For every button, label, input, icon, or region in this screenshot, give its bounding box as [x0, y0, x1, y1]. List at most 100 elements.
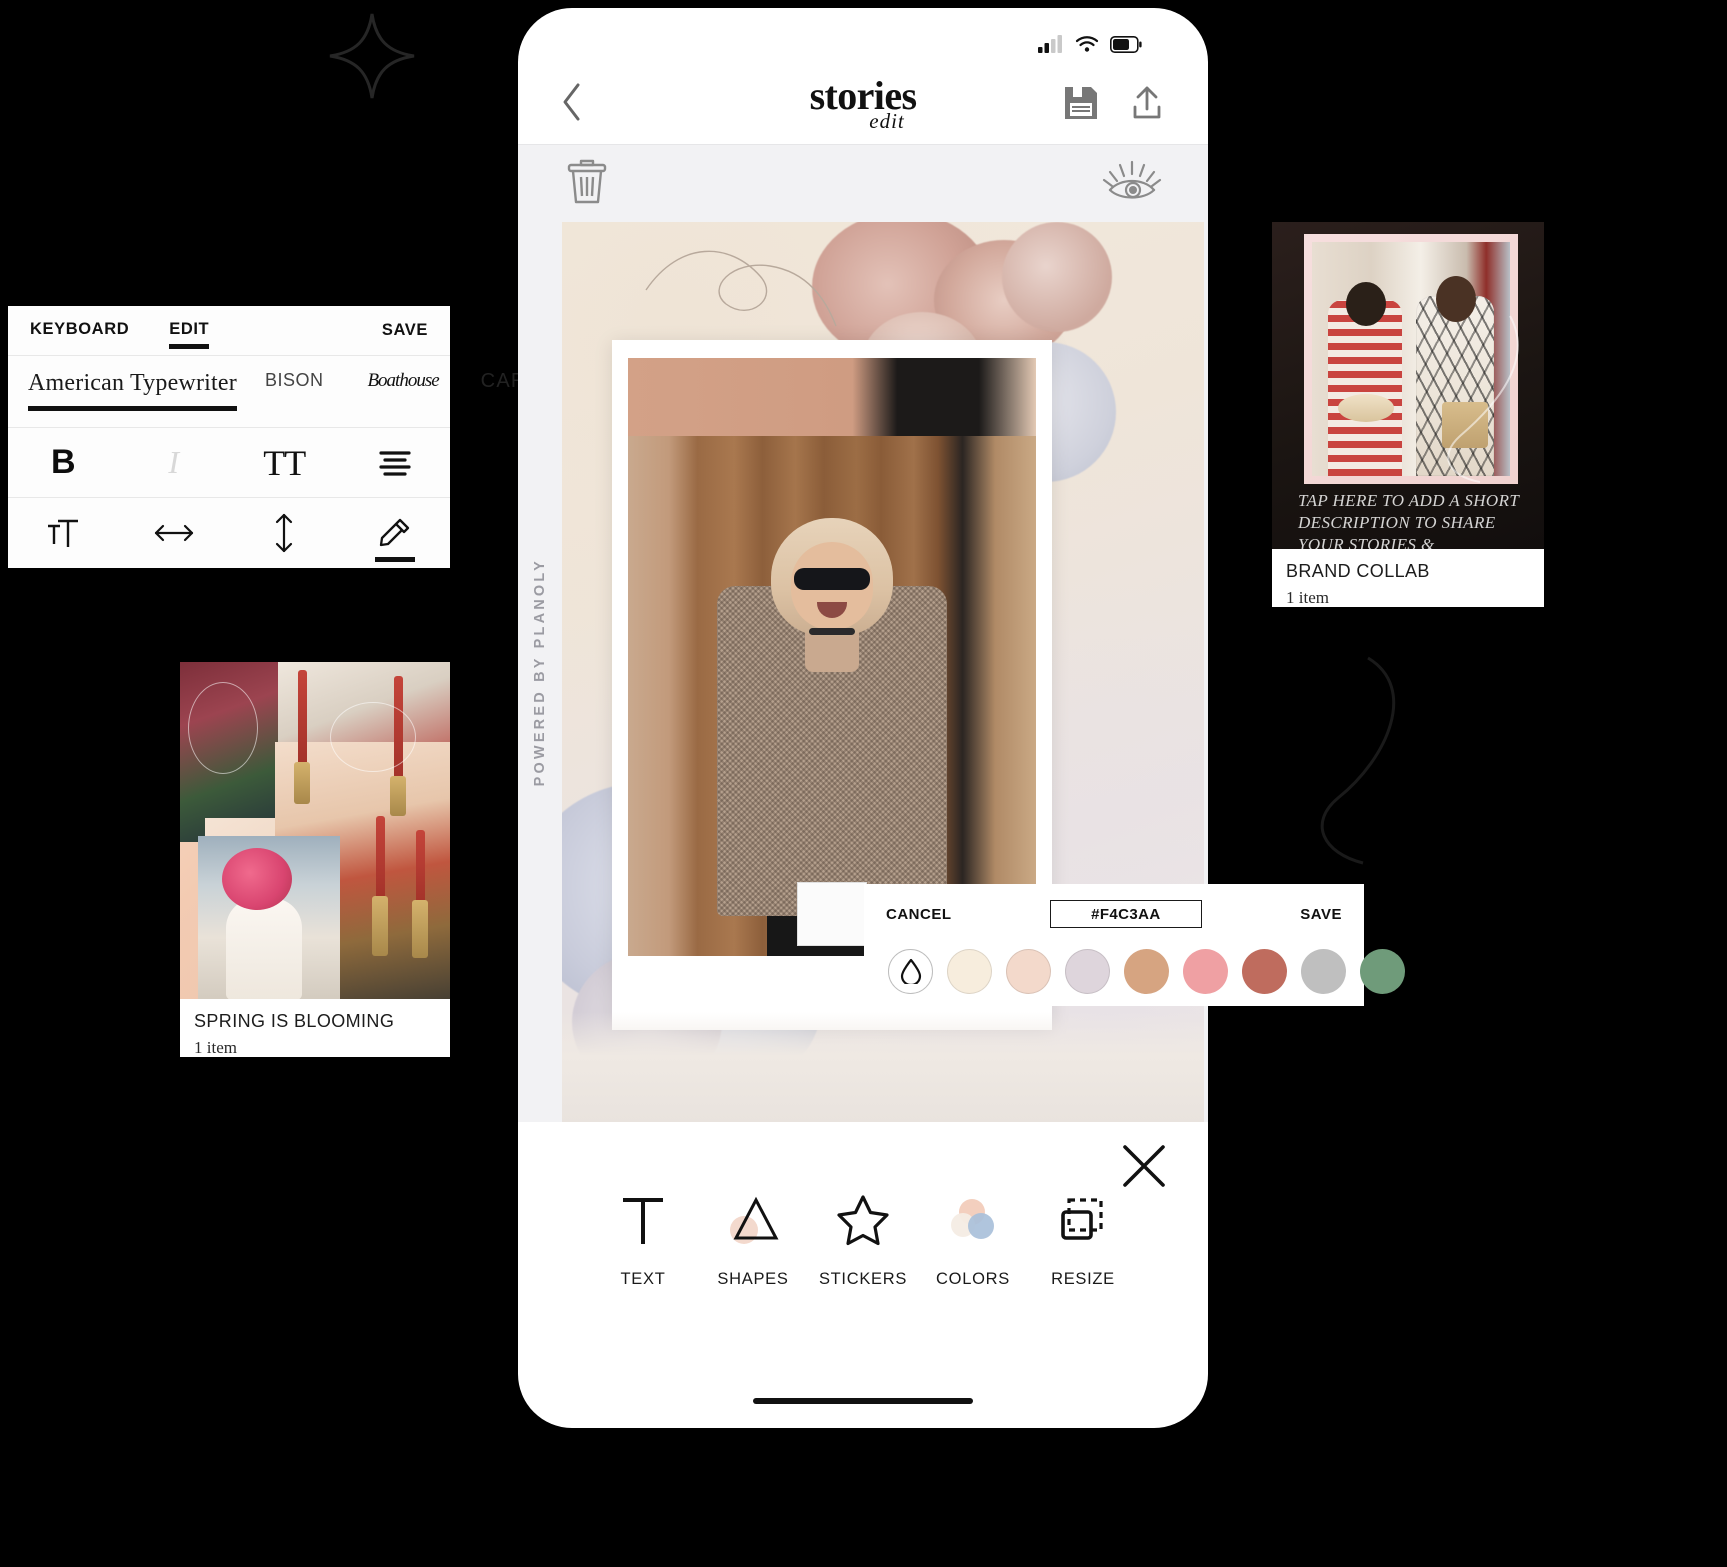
squiggle-decoration-icon [1320, 656, 1396, 865]
swatch-sage[interactable] [1360, 948, 1405, 994]
tool-shapes[interactable]: SHAPES [698, 1190, 808, 1289]
trash-icon [567, 159, 607, 204]
save-button[interactable] [1062, 84, 1100, 127]
line-height-button[interactable] [238, 498, 330, 568]
brand-card-squiggle-icon [1447, 315, 1519, 483]
home-indicator [753, 1398, 973, 1404]
font-option-boathouse[interactable]: Boathouse [323, 370, 438, 406]
eye-lashes-icon [1102, 160, 1162, 199]
italic-button[interactable]: I [128, 428, 220, 498]
font-label: Boathouse [367, 370, 439, 391]
swatch-cream[interactable] [947, 948, 992, 994]
text-format-row: B I TT [8, 428, 450, 498]
font-label: American Typewriter [28, 370, 237, 396]
color-picker-header: CANCEL #F4C3AA SAVE [864, 888, 1364, 940]
spring-card-title: SPRING IS BLOOMING [194, 1011, 395, 1031]
swatch-terracotta[interactable] [1242, 948, 1287, 994]
page-root: KEYBOARD EDIT SAVE American Typewriter B… [0, 0, 1727, 1567]
font-label: BISON [264, 370, 324, 390]
swatch-eyedropper[interactable] [888, 948, 933, 994]
font-picker-row: American Typewriter BISON Boathouse CARR… [8, 356, 570, 428]
bold-icon: B [50, 443, 76, 481]
color-picker-panel: CANCEL #F4C3AA SAVE [864, 884, 1405, 1006]
sparkle-decoration-icon [329, 13, 415, 99]
text-t-icon [623, 1198, 663, 1244]
color-circles-icon [951, 1199, 994, 1239]
chevron-left-icon [563, 83, 580, 120]
scribble-decoration-icon [645, 250, 837, 327]
editor-toolbar: TEXT SHAPES STICKERS COLORS RESIZE [518, 1190, 1208, 1350]
tool-colors-label: COLORS [936, 1270, 1010, 1288]
floppy-save-icon [1065, 86, 1097, 119]
back-button[interactable] [560, 81, 584, 130]
letter-spacing-button[interactable] [128, 498, 220, 568]
font-option-american-typewriter[interactable]: American Typewriter [28, 370, 237, 411]
italic-icon: I [168, 444, 180, 480]
resize-frame-icon [1061, 1198, 1103, 1240]
align-button[interactable] [349, 428, 441, 498]
swatch-blush[interactable] [1006, 948, 1051, 994]
spring-card-subtitle: 1 item [194, 1038, 237, 1057]
tool-resize[interactable]: RESIZE [1028, 1190, 1138, 1289]
status-bar [518, 8, 1208, 66]
line-height-icon [276, 513, 293, 553]
bold-button[interactable]: B [17, 428, 109, 498]
signal-bars-icon [1038, 35, 1062, 53]
tool-text[interactable]: TEXT [588, 1190, 698, 1289]
close-x-icon [1123, 1145, 1165, 1187]
tool-stickers[interactable]: STICKERS [808, 1190, 918, 1289]
text-spacing-row [8, 498, 450, 568]
color-eyedropper-icon [379, 518, 409, 547]
delete-button[interactable] [564, 156, 610, 211]
text-panel-tabbar: KEYBOARD EDIT SAVE [8, 306, 450, 356]
color-picker-cancel-button[interactable]: CANCEL [886, 906, 952, 923]
swatch-rose[interactable] [1183, 948, 1228, 994]
color-picker-save-button[interactable]: SAVE [1300, 906, 1342, 923]
tab-keyboard[interactable]: KEYBOARD [30, 314, 129, 347]
tool-shapes-label: SHAPES [717, 1270, 789, 1288]
swatch-grey[interactable] [1301, 948, 1346, 994]
tool-colors[interactable]: COLORS [918, 1190, 1028, 1289]
color-swatch-row [864, 940, 1405, 1002]
text-panel-save-button[interactable]: SAVE [382, 321, 428, 340]
powered-by-planoly-label: POWERED BY PLANOLY [532, 557, 548, 787]
upload-share-icon [1133, 86, 1161, 118]
brand-collab-overlay-caption: TAP HERE TO ADD A SHORT DESCRIPTION TO S… [1298, 491, 1519, 549]
font-size-icon [48, 519, 79, 547]
swatch-lilac-grey[interactable] [1065, 948, 1110, 994]
hex-value-input[interactable]: #F4C3AA [1049, 900, 1202, 928]
swatch-tan[interactable] [1124, 948, 1169, 994]
eyedropper-drop-icon [900, 958, 921, 984]
font-size-button[interactable] [17, 498, 109, 568]
app-navbar: stories edit [518, 66, 1208, 144]
letter-spacing-icon [154, 524, 193, 542]
spring-card-meta: SPRING IS BLOOMING 1 item [180, 999, 450, 1057]
brand-collab-title: BRAND COLLAB [1286, 561, 1430, 581]
shapes-triangle-icon [730, 1196, 779, 1244]
text-edit-panel: KEYBOARD EDIT SAVE American Typewriter B… [8, 306, 570, 568]
spring-card-thumbnail [180, 662, 450, 999]
tab-edit[interactable]: EDIT [169, 314, 210, 349]
align-center-icon [379, 450, 411, 476]
text-case-icon: TT [263, 442, 306, 483]
tool-resize-label: RESIZE [1051, 1270, 1115, 1288]
close-panel-button[interactable] [1118, 1140, 1170, 1192]
navbar-actions [1062, 84, 1166, 127]
tool-stickers-label: STICKERS [818, 1270, 908, 1288]
spring-card[interactable]: SPRING IS BLOOMING 1 item [180, 662, 450, 1057]
brand-collab-card[interactable]: TAP HERE TO ADD A SHORT DESCRIPTION TO S… [1272, 222, 1544, 607]
tool-text-label: TEXT [620, 1270, 666, 1288]
font-option-bison[interactable]: BISON [237, 370, 324, 405]
brand-collab-thumbnail: TAP HERE TO ADD A SHORT DESCRIPTION TO S… [1272, 222, 1544, 549]
story-photo [628, 358, 1036, 956]
brand-collab-meta: BRAND COLLAB 1 item [1272, 549, 1544, 607]
canvas-toolbar [518, 144, 1208, 222]
brand-collab-subtitle: 1 item [1286, 588, 1329, 607]
text-color-button[interactable] [349, 498, 441, 568]
star-sticker-icon [837, 1195, 889, 1246]
share-button[interactable] [1128, 84, 1166, 127]
preview-button[interactable] [1102, 158, 1162, 209]
watermark-strip: POWERED BY PLANOLY [518, 222, 562, 1122]
text-case-button[interactable]: TT [238, 428, 330, 498]
battery-icon [1110, 35, 1142, 53]
